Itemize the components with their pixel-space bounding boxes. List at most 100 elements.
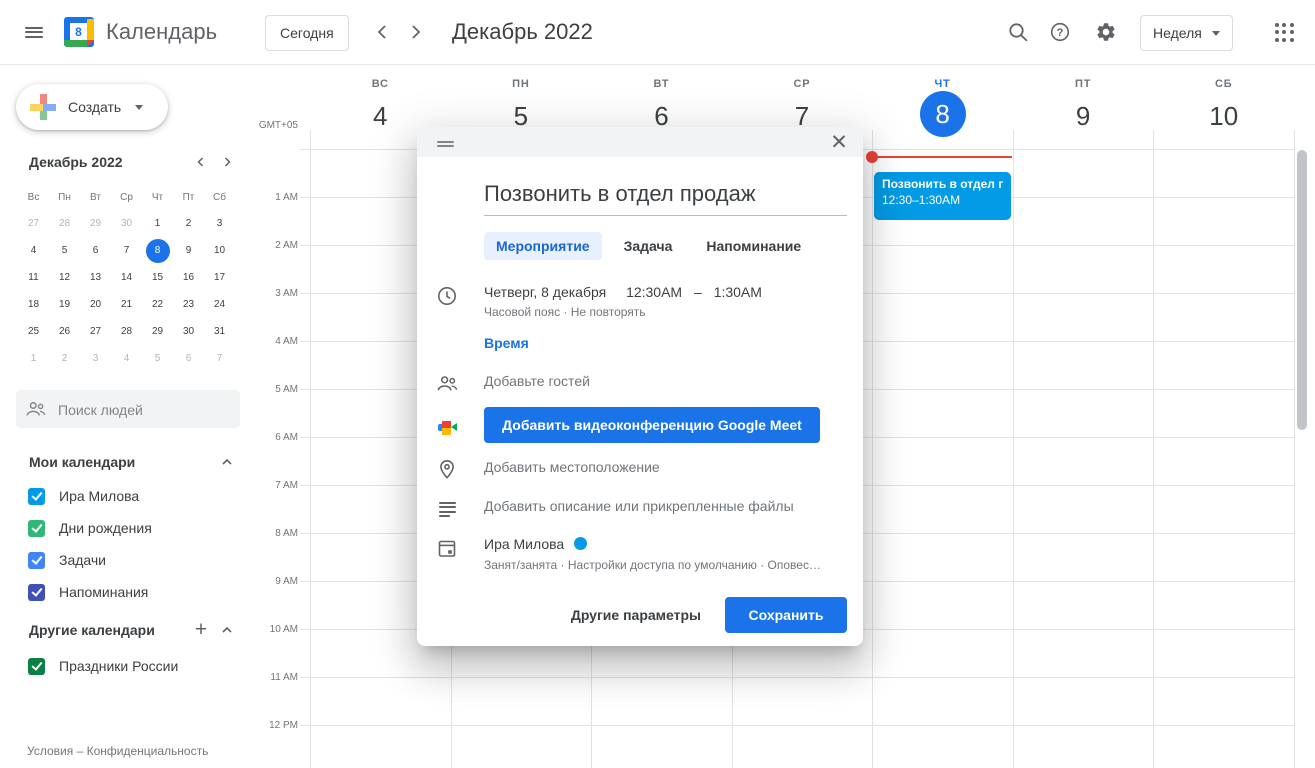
- mini-day-cell[interactable]: 8: [142, 237, 173, 264]
- event-end-time[interactable]: 1:30AM: [714, 284, 762, 300]
- mini-day-cell[interactable]: 11: [18, 264, 49, 291]
- mini-day-cell[interactable]: 23: [173, 291, 204, 318]
- day-number[interactable]: 8: [920, 91, 966, 137]
- create-button[interactable]: Создать: [16, 84, 168, 130]
- event-start-time[interactable]: 12:30AM: [626, 284, 682, 300]
- help-icon[interactable]: ?: [1040, 12, 1080, 52]
- mini-day-cell[interactable]: 2: [49, 345, 80, 372]
- calendar-list-item[interactable]: Праздники России: [16, 650, 240, 682]
- mini-day-cell[interactable]: 4: [18, 237, 49, 264]
- event-chip[interactable]: Позвонить в отдел п 12:30–1:30AM: [874, 172, 1011, 220]
- day-header[interactable]: ПТ9: [1013, 64, 1154, 150]
- mini-day-cell[interactable]: 31: [204, 318, 235, 345]
- mini-day-cell[interactable]: 16: [173, 264, 204, 291]
- add-calendar-icon[interactable]: +: [188, 617, 214, 643]
- mini-day-cell[interactable]: 6: [80, 237, 111, 264]
- mini-day-cell[interactable]: 13: [80, 264, 111, 291]
- mini-day-cell[interactable]: 12: [49, 264, 80, 291]
- day-header[interactable]: СБ10: [1153, 64, 1294, 150]
- search-icon[interactable]: [998, 12, 1038, 52]
- mini-calendar-prev-icon[interactable]: [188, 149, 214, 175]
- day-number[interactable]: 9: [1013, 93, 1154, 139]
- mini-day-cell[interactable]: 29: [142, 318, 173, 345]
- dialog-tab[interactable]: Мероприятие: [484, 232, 602, 260]
- people-search-input[interactable]: [56, 390, 236, 430]
- main-menu-icon[interactable]: [14, 12, 54, 52]
- dialog-drag-bar[interactable]: ✕: [417, 127, 863, 157]
- time-options-link[interactable]: Время: [484, 335, 863, 351]
- calendar-list-item[interactable]: Задачи: [16, 544, 240, 576]
- add-location-field[interactable]: Добавить местоположение: [484, 457, 660, 477]
- calendar-owner-row[interactable]: Ира Милова Занят/занята · Настройки дост…: [484, 536, 821, 572]
- event-title-input[interactable]: Позвонить в отдел продаж: [484, 181, 847, 207]
- next-period-icon[interactable]: [395, 12, 435, 52]
- mini-day-cell[interactable]: 27: [80, 318, 111, 345]
- mini-day-cell[interactable]: 27: [18, 210, 49, 237]
- close-icon[interactable]: ✕: [825, 128, 853, 156]
- mini-day-cell[interactable]: 18: [18, 291, 49, 318]
- mini-day-cell[interactable]: 29: [80, 210, 111, 237]
- mini-day-cell[interactable]: 3: [204, 210, 235, 237]
- event-datetime[interactable]: Четверг, 8 декабря 12:30AM – 1:30AM: [484, 284, 762, 300]
- day-gridline: [1294, 130, 1295, 768]
- calendar-list-item[interactable]: Напоминания: [16, 576, 240, 608]
- mini-day-cell[interactable]: 30: [173, 318, 204, 345]
- mini-day-cell[interactable]: 10: [204, 237, 235, 264]
- mini-day-cell[interactable]: 25: [18, 318, 49, 345]
- drag-handle-icon[interactable]: [437, 138, 454, 150]
- mini-day-cell[interactable]: 21: [111, 291, 142, 318]
- collapse-chevron-icon[interactable]: [214, 449, 240, 475]
- today-button[interactable]: Сегодня: [265, 15, 349, 51]
- mini-day-cell[interactable]: 6: [173, 345, 204, 372]
- my-calendars-header[interactable]: Мои календари: [16, 448, 240, 476]
- mini-day-cell[interactable]: 17: [204, 264, 235, 291]
- calendar-list-item[interactable]: Ира Милова: [16, 480, 240, 512]
- view-selector[interactable]: Неделя: [1140, 15, 1233, 51]
- mini-day-cell[interactable]: 26: [49, 318, 80, 345]
- calendar-logo-icon[interactable]: 8: [64, 17, 94, 47]
- calendar-checkbox[interactable]: [28, 658, 45, 675]
- calendar-checkbox[interactable]: [28, 584, 45, 601]
- privacy-link[interactable]: Конфиденциальность: [87, 744, 209, 758]
- mini-day-cell[interactable]: 28: [111, 318, 142, 345]
- mini-day-cell[interactable]: 3: [80, 345, 111, 372]
- mini-day-cell[interactable]: 1: [18, 345, 49, 372]
- calendar-list-item[interactable]: Дни рождения: [16, 512, 240, 544]
- apps-grid-icon[interactable]: [1264, 12, 1304, 52]
- calendar-checkbox[interactable]: [28, 520, 45, 537]
- more-options-button[interactable]: Другие параметры: [559, 599, 713, 631]
- mini-day-cell[interactable]: 19: [49, 291, 80, 318]
- add-guests-field[interactable]: Добавьте гостей: [484, 371, 590, 391]
- mini-day-cell[interactable]: 15: [142, 264, 173, 291]
- calendar-checkbox[interactable]: [28, 488, 45, 505]
- vertical-scrollbar[interactable]: [1297, 150, 1307, 430]
- mini-day-cell[interactable]: 5: [49, 237, 80, 264]
- mini-day-cell[interactable]: 7: [204, 345, 235, 372]
- save-button[interactable]: Сохранить: [725, 597, 847, 633]
- add-description-field[interactable]: Добавить описание или прикрепленные файл…: [484, 496, 794, 516]
- mini-day-cell[interactable]: 28: [49, 210, 80, 237]
- day-number[interactable]: 10: [1153, 93, 1294, 139]
- add-meet-button[interactable]: Добавить видеоконференцию Google Meet: [484, 407, 820, 443]
- mini-day-cell[interactable]: 1: [142, 210, 173, 237]
- dialog-tab[interactable]: Задача: [612, 232, 685, 260]
- mini-day-cell[interactable]: 30: [111, 210, 142, 237]
- mini-day-cell[interactable]: 24: [204, 291, 235, 318]
- terms-link[interactable]: Условия: [27, 744, 73, 758]
- mini-day-cell[interactable]: 14: [111, 264, 142, 291]
- mini-day-cell[interactable]: 9: [173, 237, 204, 264]
- dialog-tab[interactable]: Напоминание: [694, 232, 813, 260]
- other-calendars-header[interactable]: Другие календари +: [16, 616, 240, 644]
- mini-day-cell[interactable]: 20: [80, 291, 111, 318]
- mini-day-cell[interactable]: 5: [142, 345, 173, 372]
- mini-day-cell[interactable]: 7: [111, 237, 142, 264]
- mini-day-cell[interactable]: 22: [142, 291, 173, 318]
- mini-day-cell[interactable]: 2: [173, 210, 204, 237]
- collapse-chevron-icon[interactable]: [214, 617, 240, 643]
- event-date[interactable]: Четверг, 8 декабря: [484, 284, 606, 300]
- settings-gear-icon[interactable]: [1086, 12, 1126, 52]
- mini-day-cell[interactable]: 4: [111, 345, 142, 372]
- calendar-checkbox[interactable]: [28, 552, 45, 569]
- day-header[interactable]: ЧТ8: [872, 64, 1013, 150]
- mini-calendar-next-icon[interactable]: [214, 149, 240, 175]
